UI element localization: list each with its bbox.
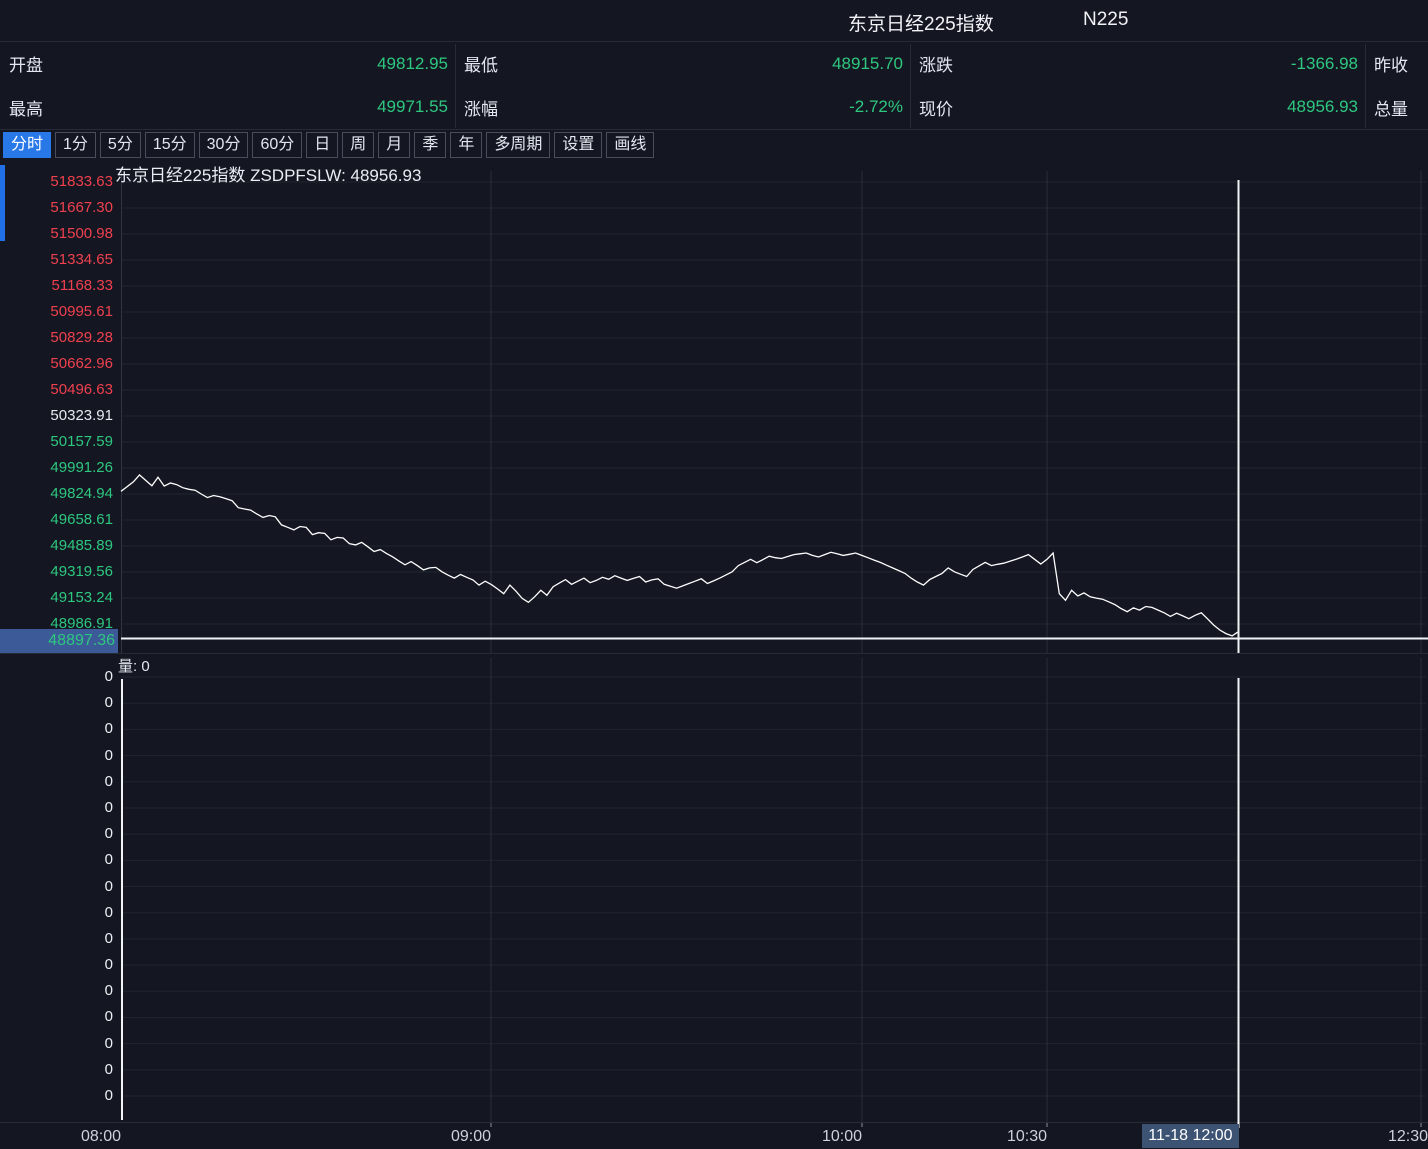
stat-open: 开盘49812.95 [0,42,455,86]
tab-30min[interactable]: 30分 [199,132,249,158]
tab-week[interactable]: 周 [342,132,374,158]
volume-axis-label: 0 [0,747,113,765]
y-axis-label: 51500.98 [0,225,113,243]
y-axis-label: 49824.94 [0,485,113,503]
divider [910,44,911,128]
y-axis-label: 49319.56 [0,563,113,581]
tab-1min[interactable]: 1分 [55,132,96,158]
x-axis-label: 10:00 [822,1127,862,1147]
instrument-symbol: N225 [1083,9,1128,31]
y-axis-label: 50496.63 [0,381,113,399]
tab-60min[interactable]: 60分 [252,132,302,158]
x-axis-label: 08:00 [81,1127,121,1147]
volume-axis-label: 0 [0,982,113,1000]
divider [1365,44,1366,128]
volume-axis-label: 0 [0,694,113,712]
x-axis-label: 12:30 [1388,1127,1428,1147]
y-axis-label: 51833.63 [0,173,113,191]
stat-volume: 总量 [1365,86,1428,130]
volume-axis-label: 0 [0,851,113,869]
stock-trading-app: 东京日经225指数 N225 开盘49812.95 最低48915.70 涨跌-… [0,0,1428,1149]
volume-axis-label: 0 [0,1061,113,1079]
volume-axis-label: 0 [0,825,113,843]
volume-axis-label: 0 [0,668,113,686]
tab-drawline[interactable]: 画线 [606,132,654,158]
tab-month[interactable]: 月 [378,132,410,158]
divider [0,129,1428,130]
volume-axis-label: 0 [0,1008,113,1026]
chart-plot-area[interactable] [121,171,1428,1122]
y-axis-label: 51168.33 [0,277,113,295]
tab-multiperiod[interactable]: 多周期 [486,132,550,158]
stat-low: 最低48915.70 [455,42,910,86]
crosshair-price-label: 48897.36 [0,629,118,653]
y-axis-label: 49991.26 [0,459,113,477]
volume-axis-label: 0 [0,930,113,948]
tab-quarter[interactable]: 季 [414,132,446,158]
volume-axis-label: 0 [0,904,113,922]
chart-overlay-title: 东京日经225指数 ZSDPFSLW: 48956.93 [115,161,421,186]
x-axis-label: 10:30 [1007,1127,1047,1147]
volume-axis-label: 0 [0,799,113,817]
tab-5min[interactable]: 5分 [100,132,141,158]
y-axis-label: 50662.96 [0,355,113,373]
y-axis-label: 49153.24 [0,589,113,607]
volume-axis-label: 0 [0,878,113,896]
stat-high: 最高49971.55 [0,86,455,130]
tab-year[interactable]: 年 [450,132,482,158]
x-axis-label: 09:00 [451,1127,491,1147]
y-axis-label: 49658.61 [0,511,113,529]
y-axis-label: 50323.91 [0,407,113,425]
tab-fenshi[interactable]: 分时 [3,132,51,158]
stat-price: 现价48956.93 [910,86,1365,130]
volume-axis-label: 0 [0,1035,113,1053]
stat-change-pct: 涨幅-2.72% [455,86,910,130]
volume-axis-label: 0 [0,1087,113,1105]
tab-15min[interactable]: 15分 [145,132,195,158]
y-axis-label: 51334.65 [0,251,113,269]
stat-prev-close: 昨收 [1365,42,1428,86]
y-axis-label: 51667.30 [0,199,113,217]
stat-change: 涨跌-1366.98 [910,42,1365,86]
y-axis-label: 49485.89 [0,537,113,555]
y-axis-label: 50829.28 [0,329,113,347]
volume-pane-title: 量: 0 [118,655,150,676]
volume-axis-label: 0 [0,773,113,791]
x-axis-cursor-label: 11-18 12:00 [1142,1124,1238,1148]
y-axis-label: 50995.61 [0,303,113,321]
title-row: 东京日经225指数 N225 [0,0,1428,41]
volume-axis-label: 0 [0,720,113,738]
y-axis-label: 50157.59 [0,433,113,451]
tab-settings[interactable]: 设置 [554,132,602,158]
divider [455,44,456,128]
instrument-title: 东京日经225指数 [848,9,994,36]
period-tabbar: 分时1分5分15分30分60分日周月季年多周期设置画线 [3,132,654,158]
tab-day[interactable]: 日 [306,132,338,158]
quote-stats-panel: 开盘49812.95 最低48915.70 涨跌-1366.98 昨收 最高49… [0,42,1428,129]
volume-axis-label: 0 [0,956,113,974]
